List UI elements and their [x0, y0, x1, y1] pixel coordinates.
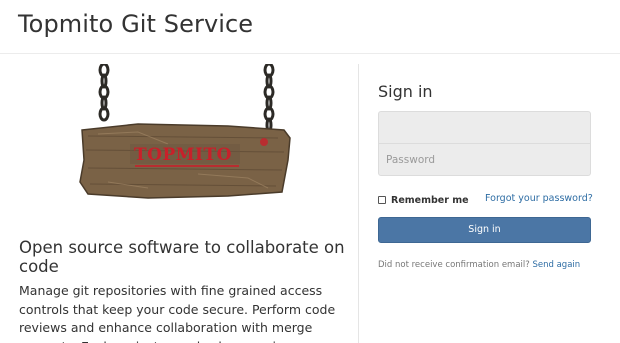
vertical-divider: [358, 64, 359, 343]
topmito-logo: TOPMITO: [78, 64, 294, 200]
remember-checkbox[interactable]: [378, 196, 386, 204]
remember-label[interactable]: Remember me: [391, 195, 469, 206]
sign-in-button[interactable]: Sign in: [378, 217, 591, 243]
signin-title: Sign in: [378, 82, 433, 101]
remember-me[interactable]: Remember me: [378, 194, 469, 206]
send-again-link[interactable]: Send again: [532, 260, 580, 270]
headline: Open source software to collaborate on c…: [19, 238, 345, 276]
site-title[interactable]: Topmito Git Service: [18, 10, 253, 38]
login-input[interactable]: [378, 111, 591, 144]
forgot-password-link[interactable]: Forgot your password?: [485, 193, 593, 204]
wooden-sign-logo: TOPMITO: [79, 64, 291, 199]
top-header: Topmito Git Service: [0, 0, 620, 54]
confirmation-note: Did not receive confirmation email? Send…: [378, 260, 580, 270]
logo-text: TOPMITO: [134, 145, 232, 165]
confirmation-text: Did not receive confirmation email?: [378, 260, 530, 270]
right-chain: [263, 64, 275, 133]
left-chain: [98, 64, 110, 122]
password-input[interactable]: [378, 143, 591, 176]
description-text: Manage git repositories with fine graine…: [19, 283, 336, 343]
